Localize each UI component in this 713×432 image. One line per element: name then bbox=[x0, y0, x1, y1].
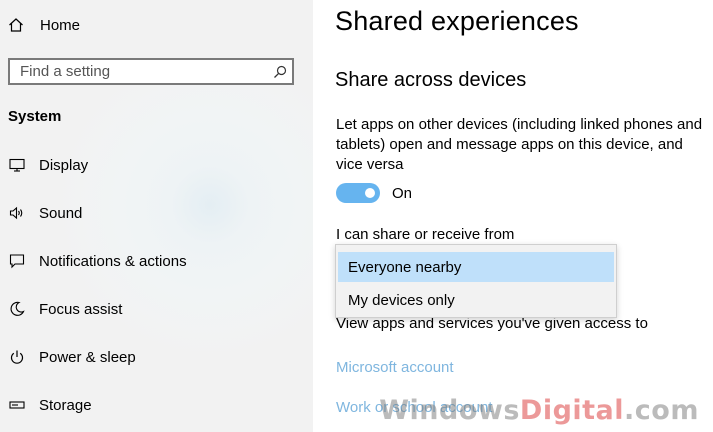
watermark-part1: Windows bbox=[379, 395, 520, 426]
sidebar-item-label: Display bbox=[39, 156, 89, 174]
sidebar-item-notifications[interactable]: Notifications & actions bbox=[8, 250, 187, 272]
dropdown-option-my-devices[interactable]: My devices only bbox=[338, 285, 614, 315]
notification-icon bbox=[8, 253, 26, 269]
share-from-dropdown[interactable]: Everyone nearby My devices only bbox=[335, 244, 617, 318]
search-icon[interactable] bbox=[268, 65, 292, 79]
sidebar-item-storage[interactable]: Storage bbox=[8, 394, 92, 416]
sidebar-item-label: Power & sleep bbox=[39, 348, 136, 366]
watermark-logo: WindowsDigital.com bbox=[379, 395, 699, 426]
description-text: Let apps on other devices (including lin… bbox=[336, 116, 703, 173]
share-from-label: I can share or receive from bbox=[336, 226, 515, 243]
storage-icon bbox=[8, 397, 26, 413]
sidebar-item-power-sleep[interactable]: Power & sleep bbox=[8, 346, 136, 368]
search-input[interactable] bbox=[10, 60, 268, 83]
sidebar: Home System Display bbox=[0, 0, 313, 432]
microsoft-account-link[interactable]: Microsoft account bbox=[336, 359, 454, 376]
monitor-icon bbox=[8, 157, 26, 173]
sidebar-item-label: Storage bbox=[39, 396, 92, 414]
sidebar-item-display[interactable]: Display bbox=[8, 154, 88, 176]
share-toggle[interactable] bbox=[336, 183, 380, 203]
moon-icon bbox=[8, 301, 26, 317]
section-heading: Share across devices bbox=[335, 69, 527, 91]
home-label: Home bbox=[40, 16, 81, 34]
speaker-icon bbox=[8, 205, 26, 221]
nav-home[interactable]: Home bbox=[8, 14, 80, 36]
power-icon bbox=[8, 349, 26, 365]
section-title-system: System bbox=[8, 108, 62, 125]
main-content: Shared experiences Share across devices … bbox=[313, 0, 713, 432]
watermark-part2: Digital bbox=[519, 395, 625, 426]
toggle-state-label: On bbox=[392, 185, 413, 202]
sidebar-item-label: Notifications & actions bbox=[39, 252, 187, 270]
search-box[interactable] bbox=[8, 58, 294, 85]
sidebar-item-label: Sound bbox=[39, 204, 83, 222]
page-title: Shared experiences bbox=[335, 6, 579, 36]
sidebar-item-sound[interactable]: Sound bbox=[8, 202, 82, 224]
home-icon bbox=[9, 18, 23, 32]
sidebar-item-focus-assist[interactable]: Focus assist bbox=[8, 298, 122, 320]
dropdown-option-everyone-nearby[interactable]: Everyone nearby bbox=[338, 252, 614, 282]
watermark-part3: .com bbox=[624, 395, 699, 426]
toggle-knob bbox=[365, 188, 375, 198]
sidebar-item-label: Focus assist bbox=[39, 300, 123, 318]
